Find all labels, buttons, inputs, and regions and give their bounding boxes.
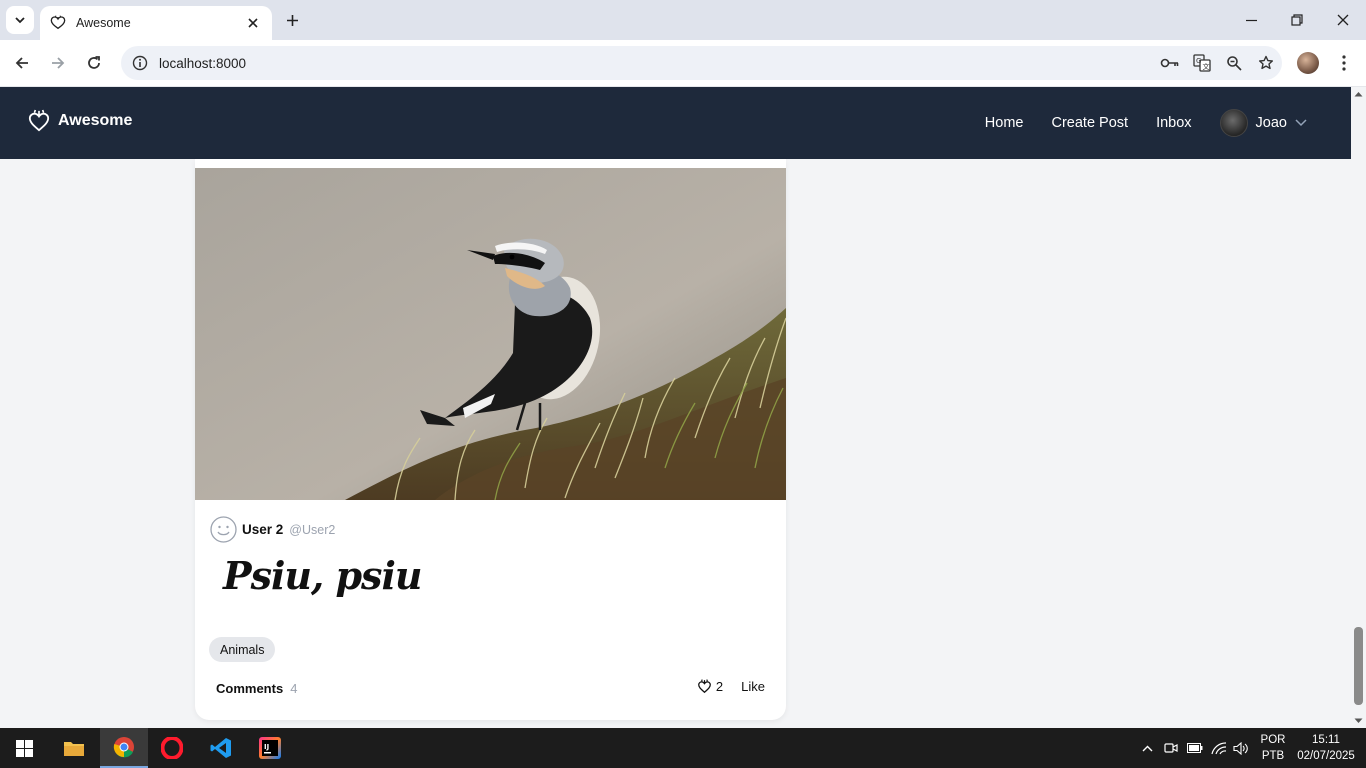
likes-area: 2 Like bbox=[697, 679, 765, 694]
profile-avatar[interactable] bbox=[1297, 52, 1319, 74]
post-card: User 2 @User2 Psiu, psiu Animals Comment… bbox=[195, 159, 786, 720]
meet-now-icon[interactable] bbox=[1161, 728, 1181, 768]
minimize-icon bbox=[1245, 19, 1257, 21]
new-tab-button[interactable] bbox=[280, 8, 304, 32]
opera-icon bbox=[161, 737, 183, 759]
comments-count: 4 bbox=[290, 681, 298, 696]
svg-text:文: 文 bbox=[1203, 62, 1210, 71]
svg-text:G: G bbox=[1196, 57, 1201, 65]
back-button[interactable] bbox=[7, 48, 37, 78]
tab-title: Awesome bbox=[76, 16, 131, 30]
opera-taskbar-button[interactable] bbox=[148, 728, 196, 768]
post-image[interactable] bbox=[195, 168, 786, 500]
minimize-button[interactable] bbox=[1228, 0, 1274, 40]
vscode-taskbar-button[interactable] bbox=[197, 728, 245, 768]
bookmark-star-icon[interactable] bbox=[1250, 47, 1282, 79]
clock-date: 02/07/2025 bbox=[1297, 750, 1355, 762]
browser-toolbar: localhost:8000 G文 bbox=[0, 40, 1366, 87]
brand-name: Awesome bbox=[58, 112, 133, 129]
translate-icon[interactable]: G文 bbox=[1186, 47, 1218, 79]
wifi-icon[interactable] bbox=[1209, 728, 1229, 768]
intellij-icon: IJ bbox=[259, 737, 281, 759]
user-name: Joao bbox=[1255, 115, 1287, 131]
intellij-taskbar-button[interactable]: IJ bbox=[246, 728, 294, 768]
folder-icon bbox=[64, 742, 84, 756]
forward-button[interactable] bbox=[43, 48, 73, 78]
restore-button[interactable] bbox=[1274, 0, 1320, 40]
chrome-taskbar-button[interactable] bbox=[100, 728, 148, 768]
heart-favicon-icon bbox=[50, 15, 66, 31]
browser-tab-bar: Awesome bbox=[0, 0, 1366, 40]
heart-logo-icon bbox=[28, 109, 50, 133]
nav-create-post-link[interactable]: Create Post bbox=[1051, 115, 1128, 131]
arrow-right-icon bbox=[52, 57, 65, 69]
start-button[interactable] bbox=[0, 728, 48, 768]
user-menu[interactable]: Joao bbox=[1219, 109, 1307, 137]
post-tag[interactable]: Animals bbox=[209, 637, 276, 662]
reload-button[interactable] bbox=[79, 48, 109, 78]
volume-icon[interactable] bbox=[1231, 728, 1251, 768]
chevron-down-icon bbox=[15, 17, 25, 24]
browser-menu-button[interactable] bbox=[1334, 50, 1354, 76]
smiley-avatar-icon bbox=[210, 516, 237, 543]
address-bar[interactable]: localhost:8000 G文 bbox=[121, 46, 1282, 80]
author-name[interactable]: User 2 bbox=[242, 522, 283, 537]
language-code: POR bbox=[1260, 734, 1286, 746]
comments-label: Comments bbox=[216, 681, 284, 696]
chevron-down-icon bbox=[1295, 119, 1307, 127]
post-author[interactable]: User 2 @User2 bbox=[210, 516, 335, 543]
more-vertical-icon bbox=[1342, 55, 1346, 71]
scroll-up-arrow-icon[interactable] bbox=[1351, 87, 1366, 101]
close-window-button[interactable] bbox=[1320, 0, 1366, 40]
file-explorer-button[interactable] bbox=[50, 728, 98, 768]
brand-link[interactable]: Awesome bbox=[28, 109, 132, 133]
likes-count: 2 bbox=[715, 679, 724, 694]
reload-icon bbox=[88, 56, 100, 69]
nav-inbox-link[interactable]: Inbox bbox=[1156, 115, 1191, 131]
post-title[interactable]: Psiu, psiu bbox=[223, 553, 423, 598]
close-icon bbox=[1337, 14, 1349, 26]
windows-logo-icon bbox=[15, 739, 33, 757]
page-scrollbar[interactable] bbox=[1351, 87, 1366, 728]
keyboard-layout: PTB bbox=[1261, 750, 1285, 762]
show-hidden-icons-button[interactable] bbox=[1137, 728, 1157, 768]
chevron-up-icon bbox=[1142, 745, 1152, 751]
scrollbar-thumb[interactable] bbox=[1354, 627, 1363, 705]
zoom-icon[interactable] bbox=[1218, 47, 1250, 79]
heart-icon bbox=[697, 679, 712, 694]
like-button[interactable]: Like bbox=[741, 679, 765, 694]
restore-icon bbox=[1291, 14, 1303, 26]
site-info-icon[interactable] bbox=[123, 55, 157, 71]
comments-link[interactable]: Comments 4 bbox=[216, 681, 297, 696]
vscode-icon bbox=[210, 738, 231, 758]
input-language-indicator[interactable]: POR PTB bbox=[1254, 732, 1292, 764]
arrow-left-icon bbox=[15, 57, 28, 69]
author-handle: @User2 bbox=[289, 522, 336, 537]
password-key-icon[interactable] bbox=[1154, 47, 1186, 79]
clock-time: 15:11 bbox=[1312, 734, 1340, 746]
browser-tab[interactable]: Awesome bbox=[40, 6, 272, 40]
tab-close-icon[interactable] bbox=[244, 14, 262, 32]
user-avatar bbox=[1219, 109, 1248, 137]
plus-icon bbox=[286, 14, 298, 26]
url-text[interactable]: localhost:8000 bbox=[159, 56, 1154, 71]
battery-icon[interactable] bbox=[1185, 728, 1205, 768]
app-navbar: Awesome Home Create Post Inbox Joao bbox=[0, 87, 1351, 159]
scroll-down-arrow-icon[interactable] bbox=[1351, 714, 1366, 728]
chrome-icon bbox=[113, 737, 134, 758]
nav-home-link[interactable]: Home bbox=[985, 115, 1024, 131]
tab-search-button[interactable] bbox=[6, 6, 34, 34]
windows-taskbar: IJ POR PTB 15:11 02/07/2025 bbox=[0, 728, 1366, 768]
nav-links: Home Create Post Inbox Joao bbox=[957, 87, 1307, 159]
taskbar-clock[interactable]: 15:11 02/07/2025 bbox=[1294, 732, 1358, 764]
svg-text:IJ: IJ bbox=[264, 743, 269, 751]
